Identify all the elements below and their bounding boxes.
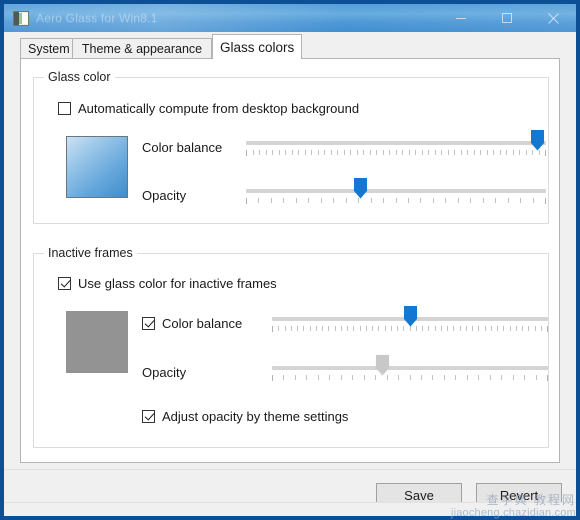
checkbox-adjust-opacity-theme-box[interactable] xyxy=(142,410,155,423)
slider-thumb[interactable] xyxy=(376,355,390,376)
group-inactive-frames-legend: Inactive frames xyxy=(44,246,137,260)
tab-system[interactable]: System xyxy=(20,38,78,58)
glass-color-swatch[interactable] xyxy=(66,136,128,198)
slider-inactive-color-balance[interactable] xyxy=(272,306,548,339)
checkbox-inactive-color-balance[interactable]: Color balance xyxy=(142,316,242,331)
slider-thumb[interactable] xyxy=(531,130,544,151)
slider-thumb[interactable] xyxy=(404,306,417,327)
slider-glass-opacity[interactable] xyxy=(246,178,546,211)
group-glass-color-legend: Glass color xyxy=(44,70,115,84)
checkbox-auto-compute[interactable]: Automatically compute from desktop backg… xyxy=(58,101,359,116)
slider-track xyxy=(272,366,548,370)
slider-ticks xyxy=(246,198,546,204)
close-icon[interactable] xyxy=(530,4,576,32)
label-glass-color-balance: Color balance xyxy=(142,140,223,155)
checkbox-auto-compute-box[interactable] xyxy=(58,102,71,115)
tab-theme-appearance[interactable]: Theme & appearance xyxy=(72,38,212,58)
tab-strip: System Theme & appearance Glass colors xyxy=(4,32,576,59)
checkbox-inactive-color-balance-label: Color balance xyxy=(162,316,243,331)
checkbox-adjust-opacity-theme[interactable]: Adjust opacity by theme settings xyxy=(142,409,348,424)
label-inactive-opacity: Opacity xyxy=(142,365,187,380)
window-title: Aero Glass for Win8.1 xyxy=(36,11,158,25)
minimize-icon[interactable] xyxy=(438,4,484,32)
slider-track xyxy=(246,189,546,193)
slider-ticks xyxy=(272,375,548,381)
window-controls xyxy=(438,4,576,32)
bottom-strip xyxy=(4,502,576,516)
slider-thumb[interactable] xyxy=(354,178,367,199)
title-bar[interactable]: Aero Glass for Win8.1 xyxy=(4,4,576,32)
checkbox-adjust-opacity-theme-label: Adjust opacity by theme settings xyxy=(162,409,349,424)
app-window: Aero Glass for Win8.1 System Theme & app… xyxy=(0,0,580,520)
tab-glass-colors[interactable]: Glass colors xyxy=(212,34,303,59)
checkbox-use-glass-color-inactive-label: Use glass color for inactive frames xyxy=(78,276,277,291)
checkbox-auto-compute-label: Automatically compute from desktop backg… xyxy=(78,101,360,116)
group-inactive-frames: Inactive frames Use glass color for inac… xyxy=(33,246,549,448)
maximize-icon[interactable] xyxy=(484,4,530,32)
slider-inactive-opacity[interactable] xyxy=(272,355,548,388)
client-area: System Theme & appearance Glass colors G… xyxy=(4,32,576,516)
slider-glass-color-balance[interactable] xyxy=(246,130,546,163)
checkbox-use-glass-color-inactive[interactable]: Use glass color for inactive frames xyxy=(58,276,277,291)
inactive-color-swatch[interactable] xyxy=(66,311,128,373)
slider-track xyxy=(246,141,546,145)
app-icon xyxy=(13,10,29,26)
label-glass-opacity: Opacity xyxy=(142,188,187,203)
checkbox-use-glass-color-inactive-box[interactable] xyxy=(58,277,71,290)
group-glass-color: Glass color Automatically compute from d… xyxy=(33,70,549,224)
tab-page-glass-colors: Glass color Automatically compute from d… xyxy=(20,58,560,463)
slider-ticks xyxy=(246,150,546,156)
checkbox-inactive-color-balance-box[interactable] xyxy=(142,317,155,330)
